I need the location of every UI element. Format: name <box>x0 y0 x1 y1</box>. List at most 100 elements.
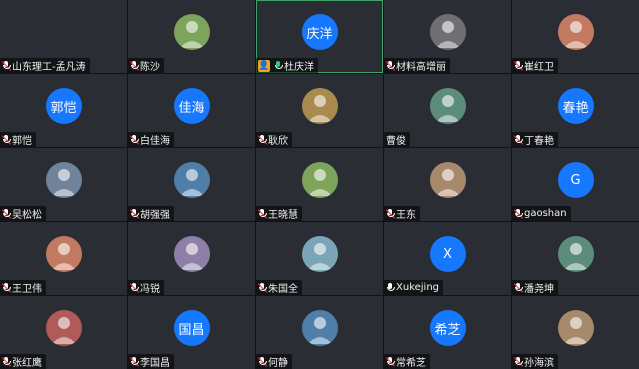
participant-label: 崔红卫 <box>512 58 558 73</box>
participant-label: 👤 杜庆洋 <box>256 58 318 73</box>
mic-muted-icon <box>258 282 267 293</box>
participant-label: 胡强强 <box>128 206 174 221</box>
participant-tile[interactable]: 春艳 丁春艳 <box>512 74 639 147</box>
mic-muted-icon <box>2 356 11 367</box>
participant-label: 孙海滨 <box>512 354 558 369</box>
mic-muted-icon <box>386 60 395 71</box>
avatar-photo <box>173 162 210 199</box>
participant-tile[interactable]: 冯锐 <box>128 222 255 295</box>
avatar-initials: 春艳 <box>557 88 594 125</box>
participant-tile[interactable]: 材料高增丽 <box>384 0 511 73</box>
participant-label: Xukejing <box>384 280 444 295</box>
participant-grid: ◀ ▶ 山东理工-孟凡涛陈沙庆洋👤杜庆洋材料高增丽崔红卫郭恺郭恺佳海白佳海耿欣曹… <box>0 0 639 369</box>
avatar-initials: G <box>557 162 594 199</box>
mic-muted-icon <box>258 134 267 145</box>
mic-muted-icon <box>2 208 11 219</box>
avatar-photo <box>45 162 82 199</box>
participant-name: 朱国全 <box>268 284 298 295</box>
mic-muted-icon <box>258 356 267 367</box>
participant-label: 山东理工-孟凡涛 <box>0 58 90 73</box>
participant-name: 胡强强 <box>140 210 170 221</box>
participant-name: 潘尧坤 <box>524 284 554 295</box>
participant-tile[interactable]: 希芝常希芝 <box>384 296 511 369</box>
participant-name: 材料高增丽 <box>396 62 446 73</box>
avatar-initials: 希芝 <box>429 310 466 347</box>
participant-tile[interactable]: 潘尧坤 <box>512 222 639 295</box>
participant-tile[interactable]: 庆洋 👤 杜庆洋 <box>256 0 383 73</box>
avatar-photo <box>301 236 338 273</box>
mic-muted-icon <box>514 134 523 145</box>
avatar-photo <box>557 236 594 273</box>
participant-tile[interactable]: 王卫伟 <box>0 222 127 295</box>
participant-tile[interactable]: 崔红卫 <box>512 0 639 73</box>
participant-label: 王东 <box>384 206 420 221</box>
participant-tile[interactable]: 陈沙 <box>128 0 255 73</box>
participant-tile[interactable]: 山东理工-孟凡涛 <box>0 0 127 73</box>
mic-muted-icon <box>386 356 395 367</box>
participant-tile[interactable]: 王东 <box>384 148 511 221</box>
participant-label: 王卫伟 <box>0 280 46 295</box>
mic-muted-icon <box>130 134 139 145</box>
participant-name: 王晓慧 <box>268 210 298 221</box>
participant-tile[interactable]: 曹俊 <box>384 74 511 147</box>
mic-icon <box>386 282 395 293</box>
participant-label: 吴松松 <box>0 206 46 221</box>
participant-label: 王晓慧 <box>256 206 302 221</box>
avatar-photo <box>173 14 210 51</box>
participant-label: 潘尧坤 <box>512 280 558 295</box>
participant-label: 张红鹰 <box>0 354 46 369</box>
participant-tile[interactable]: 胡强强 <box>128 148 255 221</box>
mic-muted-icon <box>130 282 139 293</box>
participant-tile[interactable]: 吴松松 <box>0 148 127 221</box>
participant-name: 丁春艳 <box>524 136 554 147</box>
participant-name: gaoshan <box>524 208 567 219</box>
avatar-photo <box>45 236 82 273</box>
mic-muted-icon <box>130 60 139 71</box>
avatar-photo <box>301 310 338 347</box>
participant-name: 吴松松 <box>12 210 42 221</box>
participant-tile[interactable]: 孙海滨 <box>512 296 639 369</box>
participant-label: 常希芝 <box>384 354 430 369</box>
participant-name: 冯锐 <box>140 284 160 295</box>
mic-muted-icon <box>130 356 139 367</box>
participant-tile[interactable]: Ggaoshan <box>512 148 639 221</box>
mic-muted-icon <box>2 60 11 71</box>
avatar-photo <box>557 14 594 51</box>
participant-tile[interactable]: 耿欣 <box>256 74 383 147</box>
participant-tile[interactable]: 何静 <box>256 296 383 369</box>
avatar-initials: 国昌 <box>173 310 210 347</box>
mic-muted-icon <box>2 134 11 145</box>
participant-tile[interactable]: 朱国全 <box>256 222 383 295</box>
participant-tile[interactable]: 张红鹰 <box>0 296 127 369</box>
participant-label: 何静 <box>256 354 292 369</box>
avatar-initials: 佳海 <box>173 88 210 125</box>
mic-muted-icon <box>2 282 11 293</box>
avatar-initials: X <box>429 236 466 273</box>
participant-name: 李国昌 <box>140 358 170 369</box>
participant-name: 王卫伟 <box>12 284 42 295</box>
participant-label: 曹俊 <box>384 132 410 147</box>
mic-muted-icon <box>386 208 395 219</box>
avatar-photo <box>429 162 466 199</box>
avatar-photo <box>301 88 338 125</box>
participant-tile[interactable]: 王晓慧 <box>256 148 383 221</box>
participant-name: 杜庆洋 <box>284 62 314 73</box>
participant-name: 何静 <box>268 358 288 369</box>
avatar-initials: 庆洋 <box>301 14 338 51</box>
participant-tile[interactable]: 佳海 白佳海 <box>128 74 255 147</box>
participant-name: 孙海滨 <box>524 358 554 369</box>
participant-name: 耿欣 <box>268 136 288 147</box>
mic-muted-icon <box>130 208 139 219</box>
mic-muted-icon <box>514 60 523 71</box>
participant-name: 曹俊 <box>386 136 406 147</box>
participant-label: 冯锐 <box>128 280 164 295</box>
participant-tile[interactable]: X Xukejing <box>384 222 511 295</box>
avatar-photo <box>557 310 594 347</box>
participant-label: 材料高增丽 <box>384 58 450 73</box>
participant-label: 耿欣 <box>256 132 292 147</box>
participant-name: 郭恺 <box>12 136 32 147</box>
participant-name: 陈沙 <box>140 62 160 73</box>
participant-tile[interactable]: 国昌 李国昌 <box>128 296 255 369</box>
avatar-photo <box>173 236 210 273</box>
participant-tile[interactable]: 郭恺 郭恺 <box>0 74 127 147</box>
